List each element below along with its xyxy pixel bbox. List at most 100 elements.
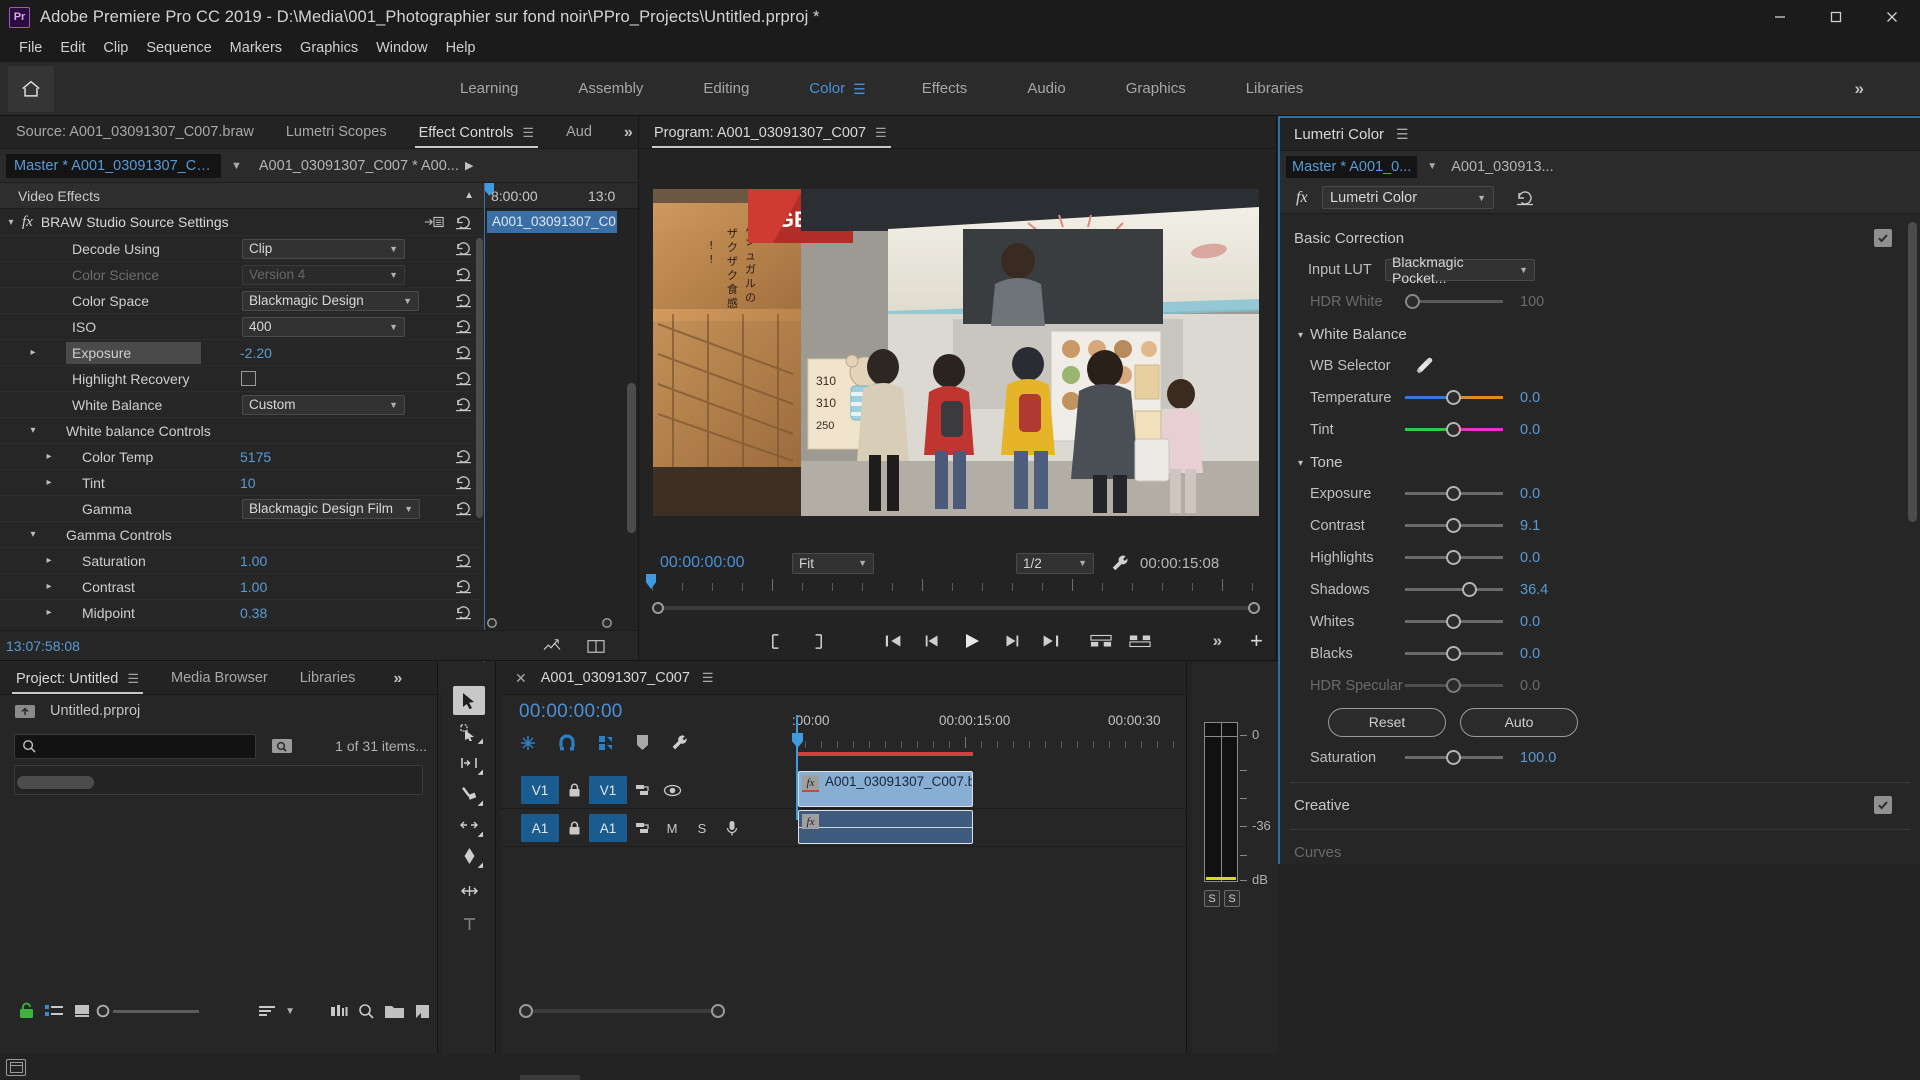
reset-icon[interactable] <box>455 371 472 386</box>
project-file-row[interactable]: Untitled.prproj <box>0 695 437 727</box>
timeline-zoom-right-handle[interactable] <box>711 1004 725 1018</box>
twirl-right-icon[interactable]: ▸ <box>38 555 60 566</box>
param-checkbox-highlight-recovery[interactable] <box>241 371 256 386</box>
twirl-right-icon[interactable]: ▸ <box>38 581 60 592</box>
lumetri-row-input-lut[interactable]: Input LUT Blackmagic Pocket...▼ <box>1280 254 1920 286</box>
ec-timeline-clip[interactable]: A001_03091307_C0 <box>487 211 617 233</box>
parent-folder-icon[interactable] <box>14 702 36 720</box>
ec-comparison-view-icon[interactable] <box>586 638 606 654</box>
sort-icon[interactable] <box>253 996 281 1026</box>
project-item-list[interactable] <box>14 765 423 795</box>
project-overflow-icon[interactable]: » <box>377 662 418 695</box>
new-item-icon[interactable] <box>409 996 437 1026</box>
param-row-midpoint[interactable]: ▸ Midpoint 0.38 <box>0 600 484 626</box>
mute-track-button[interactable]: M <box>657 814 687 842</box>
lumetri-row-exposure[interactable]: Exposure 0.0 <box>1280 478 1920 510</box>
param-row-contrast[interactable]: ▸ Contrast 1.00 <box>0 574 484 600</box>
twirl-right-icon[interactable]: ▸ <box>22 347 44 358</box>
tint-slider[interactable] <box>1405 414 1503 446</box>
program-more-button[interactable]: » <box>1198 621 1237 661</box>
reset-icon[interactable] <box>455 267 472 282</box>
timeline-zoom-scrollbar[interactable] <box>515 1004 1171 1018</box>
close-button[interactable] <box>1864 0 1920 34</box>
reset-icon[interactable] <box>455 241 472 256</box>
sync-lock-icon[interactable] <box>627 814 657 842</box>
param-row-iso[interactable]: ISO 400▼ <box>0 314 484 340</box>
video-target-track-button[interactable]: V1 <box>589 776 627 804</box>
chevron-down-icon[interactable]: ▼ <box>1427 161 1437 172</box>
highlights-value[interactable]: 0.0 <box>1520 550 1540 566</box>
workspace-menu-icon[interactable]: ☰ <box>853 62 892 116</box>
ec-export-frame-icon[interactable] <box>542 638 562 654</box>
program-zoom-scrollbar[interactable] <box>652 602 1260 614</box>
lumetri-row-temperature[interactable]: Temperature 0.0 <box>1280 382 1920 414</box>
zoom-slider[interactable] <box>96 996 199 1026</box>
hand-tool[interactable] <box>453 876 485 905</box>
minimize-button[interactable] <box>1752 0 1808 34</box>
lumetri-section-curves[interactable]: Curves <box>1280 836 1920 864</box>
param-value-tint[interactable]: 10 <box>240 475 256 491</box>
param-row-white-balance[interactable]: White Balance Custom▼ <box>0 392 484 418</box>
ec-timeline-hscrollbar[interactable] <box>487 618 617 626</box>
effect-controls-scrollbar[interactable] <box>476 238 483 518</box>
whites-value[interactable]: 0.0 <box>1520 614 1540 630</box>
project-search-input[interactable] <box>14 734 256 759</box>
highlights-slider[interactable] <box>1405 542 1503 574</box>
param-select-color-space[interactable]: Blackmagic Design▼ <box>242 291 419 311</box>
track-select-forward-tool[interactable]: ◢ <box>453 717 485 746</box>
program-fit-select[interactable]: Fit▼ <box>792 553 874 574</box>
menu-sequence[interactable]: Sequence <box>137 37 220 59</box>
twirl-down-icon[interactable]: ▾ <box>22 529 44 540</box>
workspace-tab-audio[interactable]: Audio <box>997 62 1095 116</box>
lumetri-section-white-balance[interactable]: ▾ White Balance <box>1280 318 1920 350</box>
blacks-slider[interactable] <box>1405 638 1503 670</box>
type-tool[interactable] <box>453 909 485 938</box>
twirl-down-icon[interactable]: ▾ <box>0 217 22 228</box>
panel-menu-icon[interactable]: ☰ <box>702 670 714 686</box>
go-to-out-button[interactable] <box>1031 621 1070 661</box>
track-lock-icon[interactable] <box>559 814 589 842</box>
workspace-tab-learning[interactable]: Learning <box>430 62 548 116</box>
panel-menu-icon[interactable]: ☰ <box>1396 126 1409 143</box>
twirl-right-icon[interactable]: ▸ <box>38 451 60 462</box>
list-view-icon[interactable] <box>40 996 68 1026</box>
param-value-midpoint[interactable]: 0.38 <box>240 605 267 621</box>
workspace-tab-effects[interactable]: Effects <box>892 62 998 116</box>
ec-timeline-vscrollbar[interactable] <box>627 383 636 533</box>
twirl-right-icon[interactable]: ▸ <box>38 607 60 618</box>
find-search-icon[interactable] <box>353 996 381 1026</box>
twirl-down-icon[interactable]: ▾ <box>1298 330 1303 341</box>
timeline-current-timecode[interactable]: 00:00:00:00 <box>519 701 623 723</box>
close-icon[interactable]: ✕ <box>515 670 527 687</box>
status-panel-icon[interactable] <box>6 1059 26 1076</box>
lumetri-section-basic-correction[interactable]: Basic Correction <box>1280 222 1920 254</box>
reset-icon[interactable] <box>455 345 472 360</box>
step-forward-button[interactable] <box>991 621 1030 661</box>
chevron-up-icon[interactable]: ▲ <box>464 190 474 201</box>
input-lut-select[interactable]: Blackmagic Pocket...▼ <box>1385 259 1535 281</box>
param-row-gamma[interactable]: Gamma Blackmagic Design Film▼ <box>0 496 484 522</box>
menu-markers[interactable]: Markers <box>221 37 291 59</box>
contrast-slider[interactable] <box>1405 510 1503 542</box>
param-row-color-temp[interactable]: ▸ Color Temp 5175 <box>0 444 484 470</box>
param-row-color-space[interactable]: Color Space Blackmagic Design▼ <box>0 288 484 314</box>
mark-in-button[interactable] <box>758 621 797 661</box>
program-time-ruler[interactable] <box>652 578 1260 592</box>
param-group-gamma-controls[interactable]: ▾ Gamma Controls <box>0 522 484 548</box>
effect-controls-ruler[interactable]: 8:00:00 13:0 <box>485 183 638 209</box>
saturation-slider[interactable] <box>1405 742 1503 774</box>
param-value-exposure[interactable]: -2.20 <box>240 345 272 361</box>
tab-lumetri-scopes[interactable]: Lumetri Scopes <box>270 116 403 149</box>
workspace-tab-assembly[interactable]: Assembly <box>548 62 673 116</box>
blacks-value[interactable]: 0.0 <box>1520 646 1540 662</box>
whites-slider[interactable] <box>1405 606 1503 638</box>
lumetri-effect-select[interactable]: Lumetri Color▼ <box>1322 186 1494 209</box>
voice-record-mic-icon[interactable] <box>717 814 747 842</box>
shadows-slider[interactable] <box>1405 574 1503 606</box>
extract-button[interactable] <box>1121 621 1160 661</box>
project-list-hscrollbar[interactable] <box>17 776 94 789</box>
freeform-view-icon[interactable] <box>325 996 353 1026</box>
lumetri-row-blacks[interactable]: Blacks 0.0 <box>1280 638 1920 670</box>
param-value-contrast[interactable]: 1.00 <box>240 579 267 595</box>
timeline-video-clip[interactable]: fx A001_03091307_C007.bra <box>798 771 973 807</box>
